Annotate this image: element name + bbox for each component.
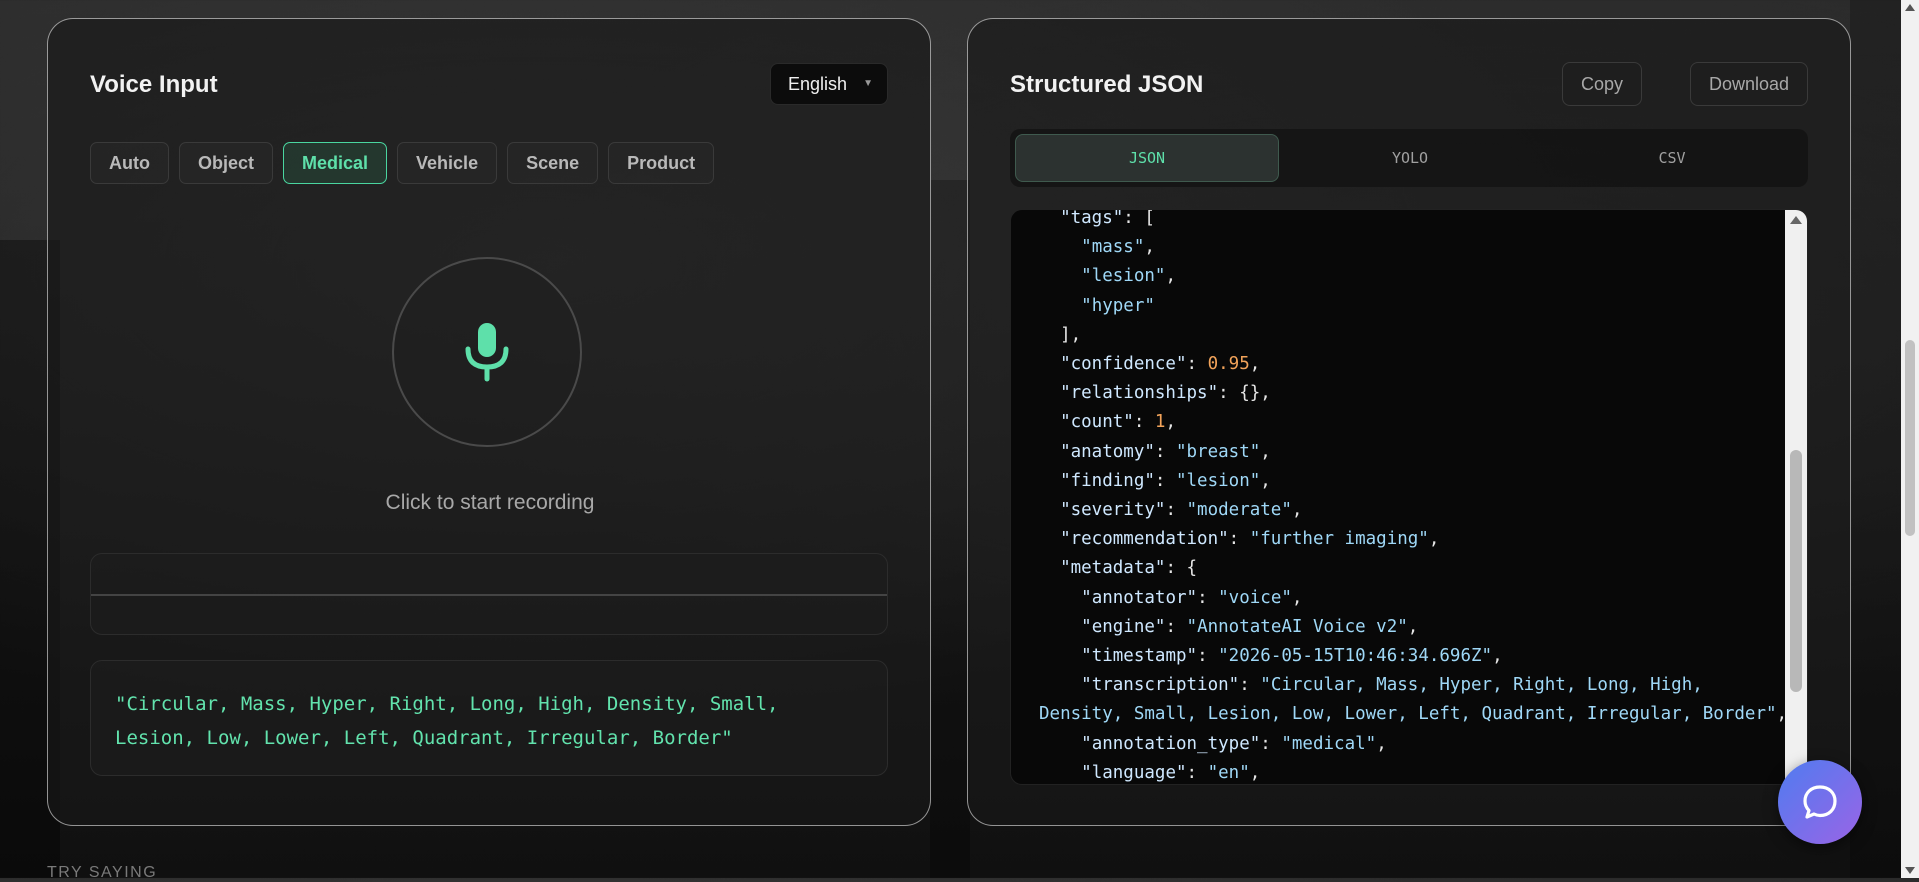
code-key: "count" bbox=[1060, 412, 1134, 433]
code-line: ], bbox=[1060, 324, 1082, 345]
code-string: "voice" bbox=[1218, 587, 1292, 608]
page-scrollbar[interactable] bbox=[1901, 0, 1919, 878]
code-line: "recommendation": "further imaging", bbox=[1060, 529, 1440, 550]
page-scrollbar-thumb[interactable] bbox=[1905, 340, 1915, 536]
code-line: "transcription": "Circular, Mass, Hyper,… bbox=[1081, 675, 1703, 696]
code-line: "timestamp": "2026-05-15T10:46:34.696Z", bbox=[1081, 646, 1503, 667]
code-line: "annotation_type": "medical", bbox=[1081, 733, 1387, 754]
tab-yolo[interactable]: YOLO bbox=[1279, 134, 1541, 182]
code-string: "2026-05-15T10:46:34.696Z" bbox=[1218, 646, 1493, 667]
json-code-viewer[interactable]: "tags": [ "mass", "lesion", "hyper" ], "… bbox=[1010, 209, 1808, 785]
code-string: "medical" bbox=[1281, 733, 1377, 754]
code-line: "engine": "AnnotateAI Voice v2", bbox=[1081, 616, 1419, 637]
download-button[interactable]: Download bbox=[1690, 62, 1808, 106]
mode-button-scene[interactable]: Scene bbox=[507, 142, 599, 184]
code-key: "timestamp" bbox=[1081, 646, 1198, 667]
chat-bubble-icon bbox=[1803, 785, 1837, 819]
code-key: "recommendation" bbox=[1060, 529, 1229, 550]
code-key: "engine" bbox=[1081, 616, 1166, 637]
code-key: "transcription" bbox=[1081, 675, 1240, 696]
voice-input-panel: Voice Input English ▼ Auto Object Medica… bbox=[47, 18, 931, 826]
microphone-icon bbox=[465, 323, 509, 382]
scroll-up-arrow-icon[interactable] bbox=[1905, 4, 1915, 11]
try-saying-heading: TRY SAYING bbox=[47, 864, 158, 881]
code-line: Density, Small, Lesion, Low, Lower, Left… bbox=[1039, 704, 1788, 725]
code-string: "further imaging" bbox=[1249, 529, 1429, 550]
code-line: "severity": "moderate", bbox=[1060, 500, 1303, 521]
annotation-mode-tabs: Auto Object Medical Vehicle Scene Produc… bbox=[90, 142, 715, 184]
code-key: "metadata" bbox=[1060, 558, 1166, 579]
mode-button-product[interactable]: Product bbox=[608, 142, 715, 184]
record-button[interactable] bbox=[392, 257, 582, 447]
record-hint: Click to start recording bbox=[385, 491, 595, 514]
code-scrollbar[interactable] bbox=[1785, 210, 1807, 784]
scroll-up-arrow-icon[interactable] bbox=[1790, 216, 1802, 224]
language-select-value: English bbox=[788, 73, 848, 94]
code-line: "mass", bbox=[1081, 237, 1155, 258]
code-line: "anatomy": "breast", bbox=[1060, 441, 1271, 462]
json-code-lines: "tags": [ "mass", "lesion", "hyper" ], "… bbox=[1039, 209, 1788, 784]
code-string: "breast" bbox=[1175, 441, 1261, 462]
tab-csv[interactable]: CSV bbox=[1541, 134, 1803, 182]
code-line: "count": 1, bbox=[1060, 412, 1177, 433]
code-line: "metadata": { bbox=[1060, 558, 1198, 579]
code-string: Density, Small, Lesion, Low, Lower, Left… bbox=[1039, 704, 1777, 725]
tab-json[interactable]: JSON bbox=[1015, 134, 1279, 182]
mode-button-medical[interactable]: Medical bbox=[283, 142, 388, 184]
code-key: "severity" bbox=[1060, 500, 1166, 521]
structured-json-panel: Structured JSON Copy Download JSON YOLO … bbox=[967, 18, 1851, 826]
code-key: "anatomy" bbox=[1060, 441, 1155, 462]
code-string: "AnnotateAI Voice v2" bbox=[1186, 616, 1408, 637]
code-line: "relationships": {}, bbox=[1060, 383, 1271, 404]
code-string: "hyper" bbox=[1081, 295, 1155, 316]
code-line: "finding": "lesion", bbox=[1060, 470, 1271, 491]
chat-button[interactable] bbox=[1778, 760, 1862, 844]
code-line: "confidence": 0.95, bbox=[1060, 354, 1261, 375]
code-scrollbar-thumb[interactable] bbox=[1790, 450, 1802, 692]
code-number: 1 bbox=[1154, 412, 1166, 433]
waveform-line bbox=[91, 594, 887, 596]
code-line: "tags": [ bbox=[1060, 209, 1155, 228]
copy-button[interactable]: Copy bbox=[1562, 62, 1642, 106]
scroll-down-arrow-icon[interactable] bbox=[1905, 867, 1915, 874]
mode-button-vehicle[interactable]: Vehicle bbox=[397, 142, 498, 184]
voice-input-title: Voice Input bbox=[90, 71, 218, 98]
code-line: "lesion", bbox=[1081, 266, 1176, 287]
code-key: "tags" bbox=[1060, 209, 1124, 228]
code-key: "confidence" bbox=[1060, 354, 1187, 375]
output-format-tabs: JSON YOLO CSV bbox=[1010, 129, 1808, 187]
code-key: "relationships" bbox=[1060, 383, 1219, 404]
code-string: "lesion" bbox=[1175, 470, 1261, 491]
code-line: "hyper" bbox=[1039, 292, 1779, 321]
code-number: 0.95 bbox=[1207, 354, 1250, 375]
code-string: "moderate" bbox=[1186, 500, 1292, 521]
code-string: "en" bbox=[1207, 762, 1250, 783]
code-string: "mass" bbox=[1081, 237, 1145, 258]
code-string: "lesion" bbox=[1081, 266, 1166, 287]
code-string: "Circular, Mass, Hyper, Right, Long, Hig… bbox=[1260, 675, 1703, 696]
code-line: "language": "en", bbox=[1081, 762, 1261, 783]
code-key: "language" bbox=[1081, 762, 1187, 783]
mode-button-object[interactable]: Object bbox=[178, 142, 273, 184]
structured-json-title: Structured JSON bbox=[1010, 71, 1204, 98]
transcript-display: "Circular, Mass, Hyper, Right, Long, Hig… bbox=[90, 660, 888, 776]
waveform-display bbox=[90, 553, 888, 635]
chevron-down-icon: ▼ bbox=[863, 78, 873, 89]
mode-button-auto[interactable]: Auto bbox=[90, 142, 169, 184]
language-select[interactable]: English ▼ bbox=[770, 63, 888, 105]
code-key: "annotator" bbox=[1081, 587, 1198, 608]
code-key: "finding" bbox=[1060, 470, 1155, 491]
code-key: "annotation_type" bbox=[1081, 733, 1261, 754]
background-shape bbox=[930, 180, 970, 878]
code-line: "annotator": "voice", bbox=[1081, 587, 1303, 608]
